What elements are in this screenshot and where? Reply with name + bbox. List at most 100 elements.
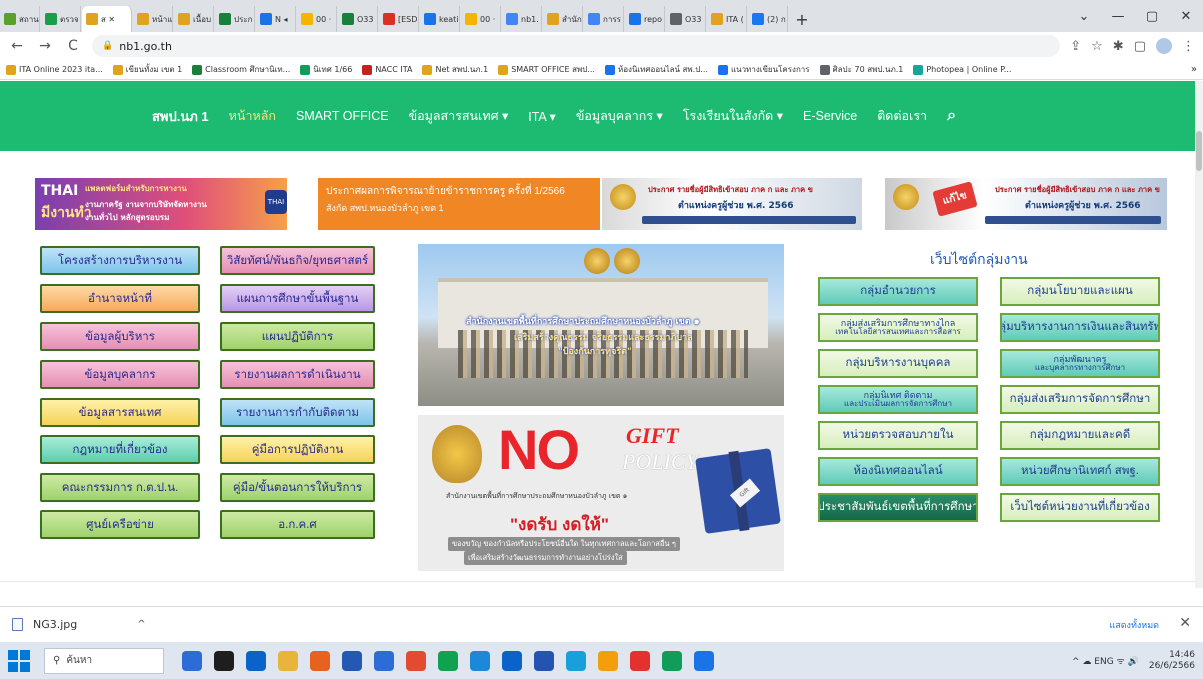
banner-exam-list[interactable]: ประกาศ รายชื่อผู้มีสิทธิเข้าสอบ ภาค ก แล… (602, 178, 862, 230)
group-site-button[interactable]: กลุ่มส่งเสริมการจัดการศึกษา (1000, 385, 1160, 414)
main-menu-button[interactable]: ข้อมูลสารสนเทศ (40, 398, 200, 427)
banner-thai-jobs[interactable]: THAI มีงานทำ แพลตฟอร์มสำหรับการหางาน งาน… (35, 178, 287, 230)
site-nav-item[interactable]: ข้อมูลบุคลากร ▾ (576, 106, 663, 126)
browser-tab[interactable]: หน้าแ (133, 6, 173, 32)
download-file-name[interactable]: NG3.jpg (33, 618, 77, 631)
minimize-button[interactable]: — (1101, 9, 1135, 24)
banner-exam-correction[interactable]: แก้ไข ประกาศ รายชื่อผู้มีสิทธิเข้าสอบ ภา… (885, 178, 1167, 230)
taskbar-clock[interactable]: 14:46 26/6/2566 (1149, 650, 1195, 672)
bookmark-item[interactable]: NACC ITA (362, 64, 412, 75)
taskbar-app-icon[interactable] (502, 650, 522, 671)
group-site-button[interactable]: ห้องนิเทศออนไลน์ (818, 457, 978, 486)
address-bar[interactable]: 🔒 nb1.go.th (92, 35, 1061, 57)
main-menu-button[interactable]: ข้อมูลบุคลากร (40, 360, 200, 389)
site-nav-item[interactable]: SMART OFFICE (296, 109, 389, 123)
browser-tab[interactable]: การร (584, 6, 624, 32)
taskbar-app-icon[interactable] (310, 650, 330, 671)
taskbar-app-icon[interactable] (406, 650, 426, 671)
extensions-icon[interactable]: ✱ (1113, 39, 1124, 54)
taskbar-app-icon[interactable] (662, 650, 682, 671)
browser-tab[interactable]: สำนัก (543, 6, 583, 32)
taskbar-app-icon[interactable] (214, 650, 234, 671)
show-all-downloads[interactable]: แสดงทั้งหมด (1109, 618, 1159, 632)
taskbar-app-icon[interactable] (470, 650, 490, 671)
taskbar-app-icon[interactable] (374, 650, 394, 671)
bookmark-item[interactable]: เขียนทั้งม เขต 1 (112, 63, 182, 76)
scrollbar-thumb[interactable] (1196, 131, 1202, 171)
back-button[interactable]: ← (8, 38, 26, 54)
group-site-button[interactable]: หน่วยศึกษานิเทศก์ สพฐ. (1000, 457, 1160, 486)
group-site-button[interactable]: กลุ่มนโยบายและแผน (1000, 277, 1160, 306)
group-site-button[interactable]: เว็บไซต์หน่วยงานที่เกี่ยวข้อง (1000, 493, 1160, 522)
group-site-button[interactable]: กลุ่มอำนวยการ (818, 277, 978, 306)
group-site-button[interactable]: กลุ่มบริหารงานบุคคล (818, 349, 978, 378)
new-tab-button[interactable]: + (789, 6, 815, 32)
main-menu-button[interactable]: โครงสร้างการบริหารงาน (40, 246, 200, 275)
close-download-shelf[interactable]: ✕ (1179, 615, 1191, 631)
main-menu-button[interactable]: รายงานการกำกับติดตาม (220, 398, 375, 427)
main-menu-button[interactable]: คู่มือ/ขั้นตอนการให้บริการ (220, 473, 375, 502)
browser-tab[interactable]: keati (420, 6, 460, 32)
bookmark-item[interactable]: Classroom ศึกษานิเท... (192, 63, 290, 76)
browser-tab[interactable]: 00 · (297, 6, 337, 32)
browser-tab[interactable]: N ◂ (256, 6, 296, 32)
browser-tab[interactable]: ตรวจ (41, 6, 81, 32)
group-site-button[interactable]: กลุ่มส่งเสริมการศึกษาทางไกล เทคโนโลยีสารส… (818, 313, 978, 342)
profile-avatar[interactable] (1156, 38, 1172, 54)
main-menu-button[interactable]: คู่มือการปฏิบัติงาน (220, 435, 375, 464)
browser-tab[interactable]: 00 · (461, 6, 501, 32)
banner-teacher-transfer[interactable]: ประกาศผลการพิจารณาย้ายข้าราชการครู ครั้ง… (318, 178, 600, 230)
bookmark-item[interactable]: Photopea | Online P... (913, 64, 1011, 75)
main-menu-button[interactable]: อ.ก.ค.ศ (220, 510, 375, 539)
bookmark-star-icon[interactable]: ☆ (1091, 39, 1103, 54)
taskbar-search[interactable]: ⚲ ค้นหา (44, 647, 164, 674)
no-gift-policy-banner[interactable]: NO GIFT POLICY Gift สำนักงานเขตพื้นที่กา… (418, 415, 784, 571)
taskbar-app-icon[interactable] (534, 650, 554, 671)
tab-search-icon[interactable]: ⌄ (1067, 9, 1101, 24)
main-menu-button[interactable]: อำนาจหน้าที่ (40, 284, 200, 313)
main-menu-button[interactable]: วิสัยทัศน์/พันธกิจ/ยุทธศาสตร์ (220, 246, 375, 275)
main-menu-button[interactable]: คณะกรรมการ ก.ต.ป.น. (40, 473, 200, 502)
browser-tab[interactable]: ส ✕ (82, 6, 132, 32)
page-scrollbar[interactable] (1195, 81, 1203, 588)
group-site-button[interactable]: กลุ่มบริหารงานการเงินและสินทรัพย์ (1000, 313, 1160, 342)
main-menu-button[interactable]: กฎหมายที่เกี่ยวข้อง (40, 435, 200, 464)
start-button[interactable] (8, 649, 30, 672)
site-nav-item[interactable]: ข้อมูลสารสนเทศ ▾ (409, 106, 509, 126)
forward-button[interactable]: → (36, 38, 54, 54)
side-panel-icon[interactable]: ▢ (1134, 39, 1146, 54)
bookmark-item[interactable]: SMART OFFICE สพป... (498, 63, 595, 76)
bookmarks-overflow[interactable]: » (1191, 64, 1197, 75)
bookmark-item[interactable]: ห้องนิเทศออนไลน์ สพ.ป... (604, 63, 708, 76)
bookmark-item[interactable]: นิเทศ 1/66 (300, 63, 352, 76)
taskbar-app-icon[interactable] (342, 650, 362, 671)
download-options-caret[interactable]: ^ (137, 619, 145, 630)
browser-tab[interactable]: ประก (215, 6, 255, 32)
group-site-button[interactable]: กลุ่มพัฒนาครู และบุคลากรทางการศึกษา (1000, 349, 1160, 378)
browser-tab[interactable]: เนื้อบ (174, 6, 214, 32)
group-site-button[interactable]: ประชาสัมพันธ์เขตพื้นที่การศึกษา (818, 493, 978, 522)
main-menu-button[interactable]: รายงานผลการดำเนินงาน (220, 360, 375, 389)
site-nav-item[interactable]: ITA ▾ (528, 109, 556, 124)
bookmark-item[interactable]: ITA Online 2023 ita... (6, 64, 103, 75)
office-group-photo[interactable]: สำนักงานเขตพื้นที่การศึกษาประถมศึกษาหนอง… (418, 244, 784, 406)
bookmark-item[interactable]: แนวทางเขียนโครงการ (717, 63, 810, 76)
group-site-button[interactable]: กลุ่มกฎหมายและคดี (1000, 421, 1160, 450)
site-nav-item[interactable]: E-Service (803, 109, 857, 123)
main-menu-button[interactable]: แผนการศึกษาขั้นพื้นฐาน (220, 284, 375, 313)
taskbar-app-icon[interactable] (598, 650, 618, 671)
browser-tab[interactable]: O33 (666, 6, 706, 32)
site-nav-item[interactable]: ติดต่อเรา (877, 106, 927, 126)
share-icon[interactable]: ⇪ (1070, 39, 1081, 54)
browser-tab[interactable]: (2) ก (748, 6, 788, 32)
site-nav-item[interactable]: หน้าหลัก (229, 106, 276, 126)
site-nav-item[interactable]: โรงเรียนในสังกัด ▾ (683, 106, 783, 126)
browser-tab[interactable]: O33 (338, 6, 378, 32)
menu-kebab-icon[interactable]: ⋮ (1182, 39, 1195, 54)
group-site-button[interactable]: หน่วยตรวจสอบภายใน (818, 421, 978, 450)
bookmark-item[interactable]: ศิลปะ 70 สพป.นภ.1 (819, 63, 903, 76)
taskbar-app-icon[interactable] (438, 650, 458, 671)
site-search-icon[interactable]: ⌕ (947, 107, 956, 125)
browser-tab[interactable]: [ESD (379, 6, 419, 32)
group-site-button[interactable]: กลุ่มนิเทศ ติดตาม และประเมินผลการจัดการศึ… (818, 385, 978, 414)
